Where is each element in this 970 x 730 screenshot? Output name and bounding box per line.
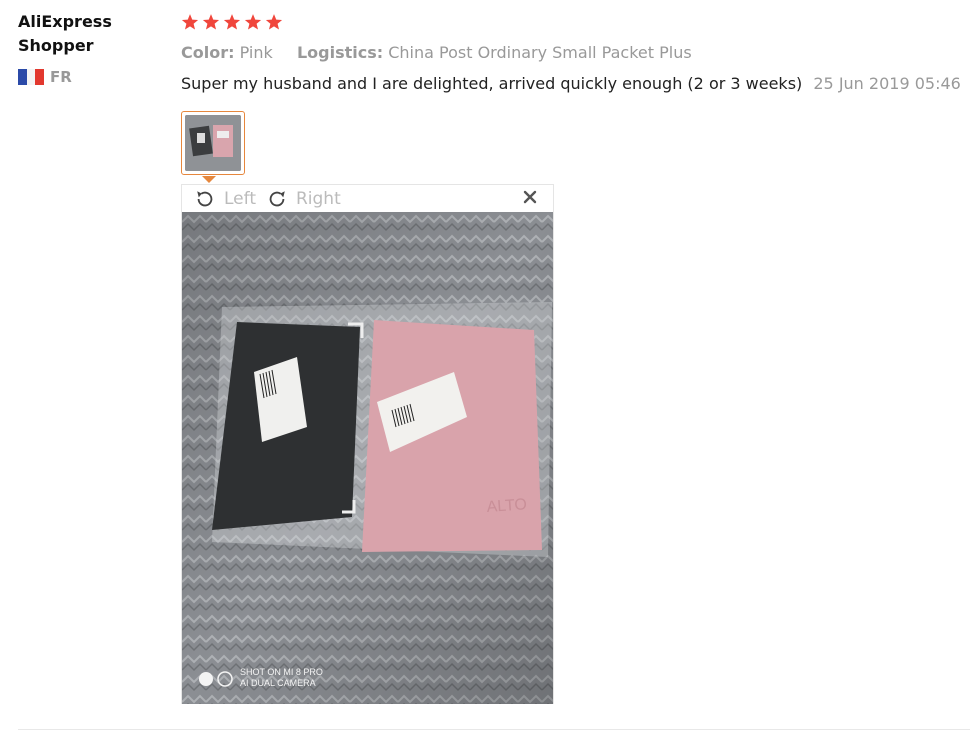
star-icon <box>202 14 220 30</box>
rotate-right-icon <box>269 190 285 206</box>
rotate-right-button[interactable]: Right <box>266 188 341 210</box>
star-icon <box>223 14 241 30</box>
reviewer-info: AliExpress Shopper FR <box>18 10 138 86</box>
star-icon <box>265 14 283 30</box>
country-code: FR <box>50 68 72 86</box>
review-properties: Color: Pink Logistics: China Post Ordina… <box>181 42 961 64</box>
review-content: Color: Pink Logistics: China Post Ordina… <box>181 10 961 95</box>
svg-text:ALTO: ALTO <box>486 496 527 516</box>
color-value: Pink <box>239 43 273 62</box>
review-text-line: Super my husband and I are delighted, ar… <box>181 73 961 95</box>
review-date: 25 Jun 2019 05:46 <box>813 74 961 93</box>
thumbnail-selected-caret <box>202 176 216 183</box>
rotate-left-label: Left <box>224 188 256 209</box>
rotate-right-label: Right <box>295 188 341 209</box>
reviewer-country: FR <box>18 68 138 86</box>
photo-viewer: Left Right ALTO SHOT ON MI 8 PRO AI DUAL… <box>181 184 554 704</box>
watermark-line-2: AI DUAL CAMERA <box>240 678 316 688</box>
logistics-label: Logistics: <box>296 43 384 62</box>
review-photo-thumbnail[interactable] <box>181 111 245 175</box>
rotate-left-icon <box>197 190 213 206</box>
review-photo: ALTO SHOT ON MI 8 PRO AI DUAL CAMERA <box>182 212 553 704</box>
color-label: Color: <box>181 43 235 62</box>
star-icon <box>244 14 262 30</box>
thumbnail-image <box>185 115 241 171</box>
logistics-value: China Post Ordinary Small Packet Plus <box>388 43 692 62</box>
review-text: Super my husband and I are delighted, ar… <box>181 74 803 93</box>
france-flag-icon <box>18 69 45 85</box>
star-rating <box>181 10 961 34</box>
reviewer-name: AliExpress Shopper <box>18 12 112 55</box>
viewer-toolbar: Left Right <box>182 185 553 212</box>
rotate-left-button[interactable]: Left <box>194 188 256 210</box>
close-icon[interactable] <box>523 190 537 204</box>
star-icon <box>181 14 199 30</box>
watermark-line-1: SHOT ON MI 8 PRO <box>240 667 323 677</box>
camera-watermark: SHOT ON MI 8 PRO AI DUAL CAMERA <box>240 667 323 689</box>
